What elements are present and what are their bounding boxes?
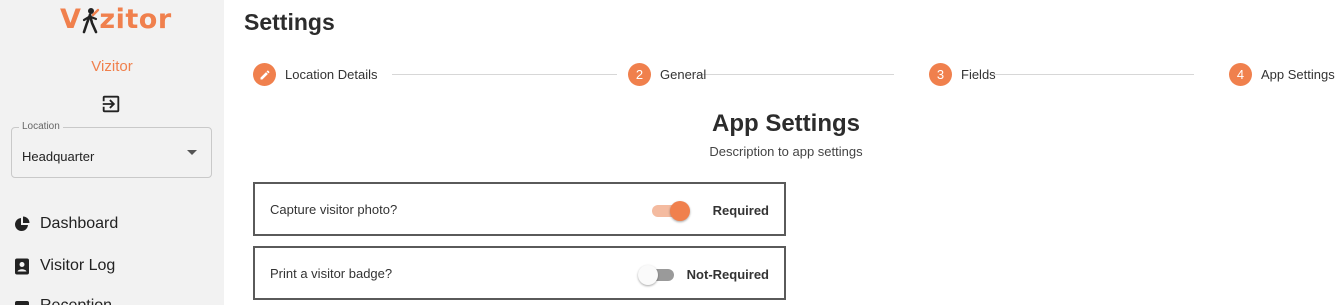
step-label: Fields [961,67,996,82]
step-number: 2 [628,63,651,86]
step-completed-marker [253,63,276,86]
step-label: General [660,67,707,82]
walking-person-icon [80,6,100,34]
sidebar-item-dashboard[interactable]: Dashboard [13,215,118,233]
location-select-label: Location [19,121,63,132]
step-general[interactable]: 2 General [628,63,706,86]
logo-letter-v: V [60,4,82,35]
vizitor-logo[interactable]: V zitor [60,4,172,35]
page-title: Settings [244,9,335,35]
logout-icon [102,95,120,113]
sidebar-item-reception[interactable]: Reception [13,297,112,305]
step-connector [993,74,1194,75]
settings-stepper: Location Details 2 General 3 Fields 4 Ap… [253,63,1335,87]
caret-down-icon [187,150,197,155]
step-location-details[interactable]: Location Details [253,63,378,86]
logout-button[interactable] [100,93,122,115]
location-select-value: Headquarter [22,149,95,164]
pie-chart-icon [13,215,31,233]
contact-book-icon [13,257,31,275]
setting-card-capture-photo: Capture visitor photo? Required [253,182,786,236]
app-root: V zitor Vizitor Location Headquarter Das… [0,0,1336,305]
step-number: 3 [929,63,952,86]
location-select[interactable]: Location Headquarter [11,121,212,178]
sidebar-item-visitor-log[interactable]: Visitor Log [13,257,115,275]
sidebar-item-label: Dashboard [40,215,119,232]
section-title: App Settings [712,110,860,137]
print-badge-toggle[interactable] [638,264,678,286]
step-label: Location Details [285,67,378,82]
logo-text: zitor [99,4,172,35]
setting-status: Required [712,203,769,218]
organization-name: Vizitor [91,58,133,75]
setting-status: Not-Required [686,267,769,282]
pencil-icon [260,69,270,79]
sidebar-item-label: Visitor Log [40,257,116,274]
main-content: Settings Location Details 2 General 3 Fi… [224,0,1336,305]
setting-question: Capture visitor photo? [270,202,398,217]
toggle-thumb [638,265,658,285]
setting-question: Print a visitor badge? [270,266,393,281]
setting-card-print-badge: Print a visitor badge? Not-Required [253,246,786,300]
step-label: App Settings [1261,67,1335,82]
step-connector [392,74,617,75]
step-fields[interactable]: 3 Fields [929,63,996,86]
sidebar-item-label: Reception [40,297,112,305]
step-connector [693,74,894,75]
section-description: Description to app settings [709,144,863,159]
step-app-settings[interactable]: 4 App Settings [1229,63,1335,86]
reception-icon [13,297,31,305]
toggle-thumb [670,201,690,221]
capture-photo-toggle[interactable] [650,200,690,222]
sidebar: V zitor Vizitor Location Headquarter Das… [0,0,224,305]
step-number: 4 [1229,63,1252,86]
